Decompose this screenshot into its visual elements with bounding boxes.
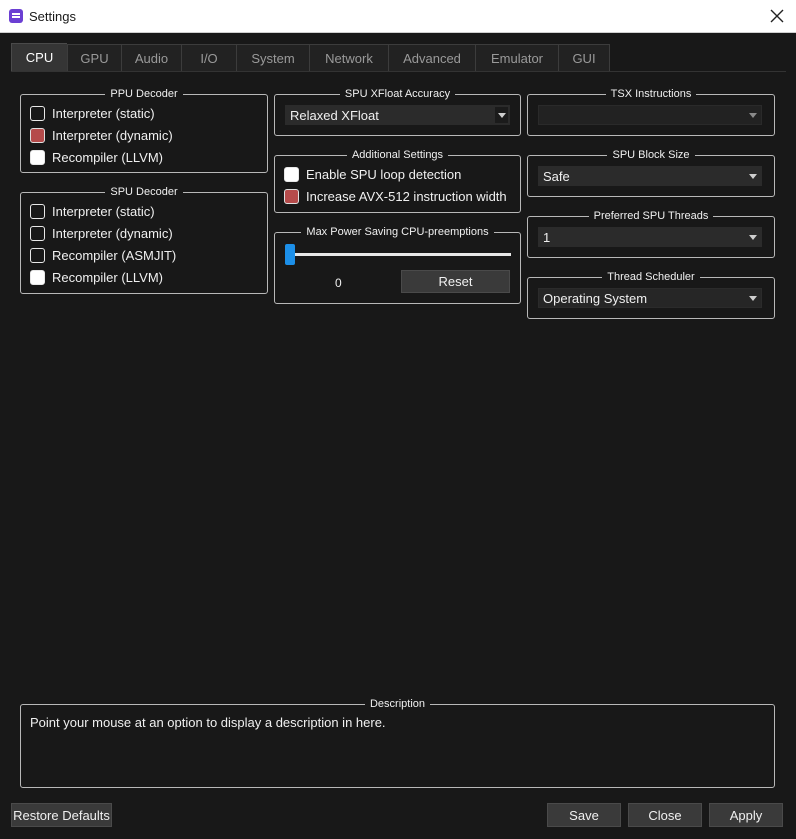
tab-advanced[interactable]: Advanced <box>388 44 475 71</box>
tab-audio[interactable]: Audio <box>121 44 181 71</box>
tab-gui[interactable]: GUI <box>558 44 610 71</box>
checkbox-icon[interactable] <box>284 188 299 204</box>
spu-xfloat-select[interactable]: Relaxed XFloat <box>285 105 510 125</box>
ppu-decoder-title: PPU Decoder <box>105 88 183 100</box>
max-power-title: Max Power Saving CPU-preemptions <box>301 226 494 238</box>
description-text: Point your mouse at an option to display… <box>30 715 386 730</box>
apply-button[interactable]: Apply <box>709 803 783 827</box>
spu-option-recompiler-llvm[interactable]: Recompiler (LLVM) <box>30 268 163 286</box>
spu-decoder-group: SPU Decoder Interpreter (static) Interpr… <box>20 186 268 294</box>
ppu-decoder-group: PPU Decoder Interpreter (static) Interpr… <box>20 88 268 173</box>
checkbox-icon[interactable] <box>284 166 299 182</box>
tab-divider <box>11 71 786 72</box>
checkbox-icon[interactable] <box>30 269 45 285</box>
tab-emulator[interactable]: Emulator <box>475 44 558 71</box>
max-power-group: Max Power Saving CPU-preemptions 0 Reset <box>274 226 521 304</box>
chevron-down-icon <box>749 113 757 118</box>
tab-gpu[interactable]: GPU <box>67 44 121 71</box>
thread-scheduler-select[interactable]: Operating System <box>538 288 762 308</box>
close-icon[interactable] <box>766 5 788 27</box>
reset-button[interactable]: Reset <box>401 270 510 293</box>
preemption-slider-track[interactable] <box>285 253 511 256</box>
tab-network[interactable]: Network <box>309 44 388 71</box>
description-group: Description Point your mouse at an optio… <box>20 698 775 788</box>
tsx-select[interactable] <box>538 105 762 125</box>
spu-threads-title: Preferred SPU Threads <box>588 210 714 222</box>
avx512-width-checkbox[interactable]: Increase AVX-512 instruction width <box>284 187 507 205</box>
settings-dialog: CPU GPU Audio I/O System Network Advance… <box>0 33 796 839</box>
spu-loop-detection-checkbox[interactable]: Enable SPU loop detection <box>284 165 461 183</box>
tab-system[interactable]: System <box>236 44 309 71</box>
chevron-down-icon <box>498 113 506 118</box>
ppu-option-interpreter-static[interactable]: Interpreter (static) <box>30 104 155 122</box>
window-title: Settings <box>29 9 76 24</box>
title-bar: Settings <box>0 0 796 33</box>
checkbox-icon[interactable] <box>30 149 45 165</box>
close-button[interactable]: Close <box>628 803 702 827</box>
spu-threads-group: Preferred SPU Threads 1 <box>527 210 775 258</box>
spu-decoder-title: SPU Decoder <box>105 186 183 198</box>
additional-settings-title: Additional Settings <box>346 149 449 161</box>
restore-defaults-button[interactable]: Restore Defaults <box>11 803 112 827</box>
checkbox-icon[interactable] <box>30 127 45 143</box>
spu-xfloat-group: SPU XFloat Accuracy Relaxed XFloat <box>274 88 521 136</box>
spu-xfloat-title: SPU XFloat Accuracy <box>339 88 456 100</box>
ppu-option-recompiler-llvm[interactable]: Recompiler (LLVM) <box>30 148 163 166</box>
chevron-down-icon <box>749 174 757 179</box>
spu-block-size-title: SPU Block Size <box>607 149 695 161</box>
save-button[interactable]: Save <box>547 803 621 827</box>
spu-threads-select[interactable]: 1 <box>538 227 762 247</box>
spu-block-size-select[interactable]: Safe <box>538 166 762 186</box>
preemption-value: 0 <box>335 276 342 290</box>
preemption-slider-handle[interactable] <box>285 244 295 265</box>
spu-block-size-group: SPU Block Size Safe <box>527 149 775 197</box>
thread-scheduler-title: Thread Scheduler <box>602 271 700 283</box>
chevron-down-icon <box>749 296 757 301</box>
additional-settings-group: Additional Settings Enable SPU loop dete… <box>274 149 521 213</box>
spu-option-recompiler-asmjit[interactable]: Recompiler (ASMJIT) <box>30 246 176 264</box>
tsx-title: TSX Instructions <box>605 88 697 100</box>
tab-bar: CPU GPU Audio I/O System Network Advance… <box>11 43 610 71</box>
description-title: Description <box>364 698 431 710</box>
checkbox-icon[interactable] <box>30 247 45 263</box>
checkbox-icon[interactable] <box>30 203 45 219</box>
tab-io[interactable]: I/O <box>181 44 236 71</box>
thread-scheduler-group: Thread Scheduler Operating System <box>527 271 775 319</box>
checkbox-icon[interactable] <box>30 105 45 121</box>
tab-cpu[interactable]: CPU <box>11 43 67 71</box>
spu-option-interpreter-static[interactable]: Interpreter (static) <box>30 202 155 220</box>
checkbox-icon[interactable] <box>30 225 45 241</box>
chevron-down-icon <box>749 235 757 240</box>
tsx-group: TSX Instructions <box>527 88 775 136</box>
settings-app-icon <box>9 9 23 23</box>
spu-option-interpreter-dynamic[interactable]: Interpreter (dynamic) <box>30 224 173 242</box>
ppu-option-interpreter-dynamic[interactable]: Interpreter (dynamic) <box>30 126 173 144</box>
